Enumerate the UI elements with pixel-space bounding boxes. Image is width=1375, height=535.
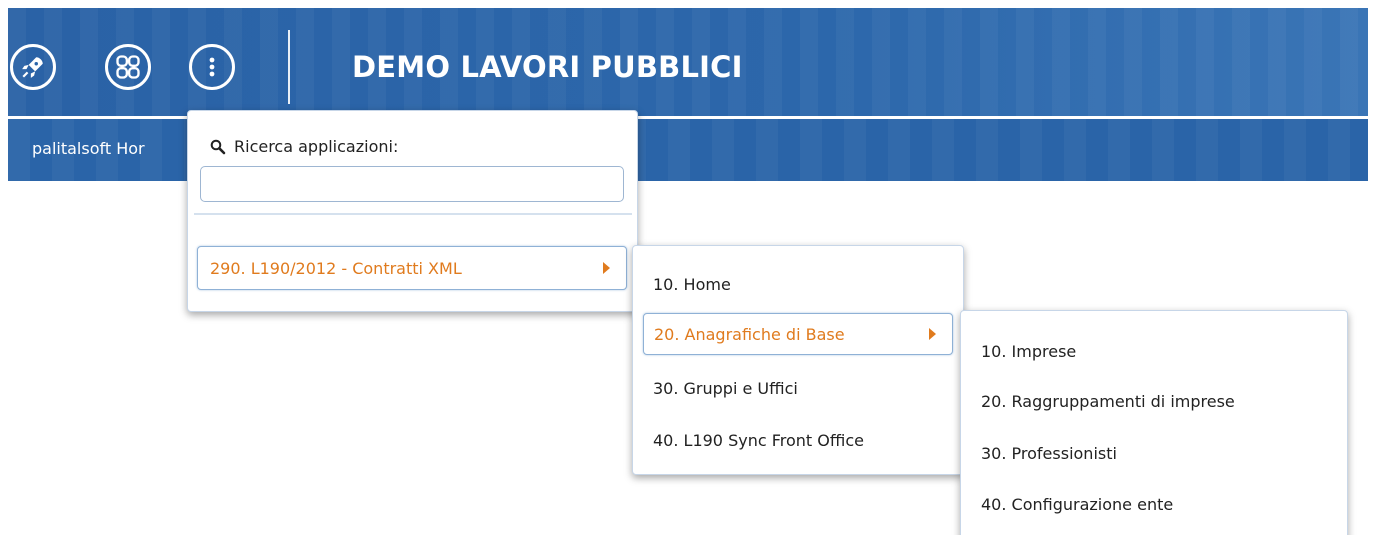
more-vertical-icon[interactable]	[189, 44, 235, 90]
menu-item-professionisti[interactable]: 30. Professionisti	[981, 441, 1117, 465]
menu-item-home[interactable]: 10. Home	[653, 272, 731, 296]
search-label: Ricerca applicazioni:	[210, 137, 398, 156]
menu-item-label: 40. Configurazione ente	[981, 494, 1174, 514]
menu-item-label: 20. Anagrafiche di Base	[654, 324, 845, 344]
header-divider	[288, 30, 290, 104]
submenu-level-3: 10. Imprese 20. Raggruppamenti di impres…	[960, 310, 1348, 535]
menu-item-label: 290. L190/2012 - Contratti XML	[210, 258, 462, 278]
top-header-bar: DEMO LAVORI PUBBLICI	[8, 8, 1368, 116]
menu-item-anagrafiche-di-base[interactable]: 20. Anagrafiche di Base	[643, 313, 953, 355]
menu-separator	[194, 213, 632, 215]
menu-item-label: 30. Professionisti	[981, 443, 1117, 463]
caret-right-icon	[929, 328, 936, 340]
menu-item-raggruppamenti-di-imprese[interactable]: 20. Raggruppamenti di imprese	[981, 389, 1235, 413]
menu-item-label: 10. Imprese	[981, 341, 1077, 361]
submenu-level-2: 10. Home 20. Anagrafiche di Base 30. Gru…	[632, 245, 964, 475]
menu-item-l190-contratti[interactable]: 290. L190/2012 - Contratti XML	[197, 246, 627, 290]
menu-item-configurazione-ente[interactable]: 40. Configurazione ente	[981, 492, 1173, 516]
menu-item-label: 20. Raggruppamenti di imprese	[981, 391, 1235, 411]
app-title: DEMO LAVORI PUBBLICI	[352, 50, 743, 84]
menu-item-label: 10. Home	[653, 274, 731, 294]
search-input[interactable]	[200, 166, 624, 202]
search-label-text: Ricerca applicazioni:	[234, 137, 399, 156]
application-menu-panel: Ricerca applicazioni: 290. L190/2012 - C…	[187, 110, 638, 312]
menu-item-label: 30. Gruppi e Uffici	[653, 378, 798, 398]
caret-right-icon	[603, 262, 610, 274]
menu-item-l190-sync-front-office[interactable]: 40. L190 Sync Front Office	[653, 428, 864, 452]
rocket-icon[interactable]	[10, 44, 56, 90]
menu-item-gruppi-e-uffici[interactable]: 30. Gruppi e Uffici	[653, 376, 798, 400]
apps-grid-icon[interactable]	[105, 44, 151, 90]
search-icon	[210, 139, 226, 154]
home-tab-label[interactable]: palitalsoft Hor	[32, 139, 145, 158]
menu-item-imprese[interactable]: 10. Imprese	[981, 339, 1076, 363]
menu-item-label: 40. L190 Sync Front Office	[653, 430, 864, 450]
